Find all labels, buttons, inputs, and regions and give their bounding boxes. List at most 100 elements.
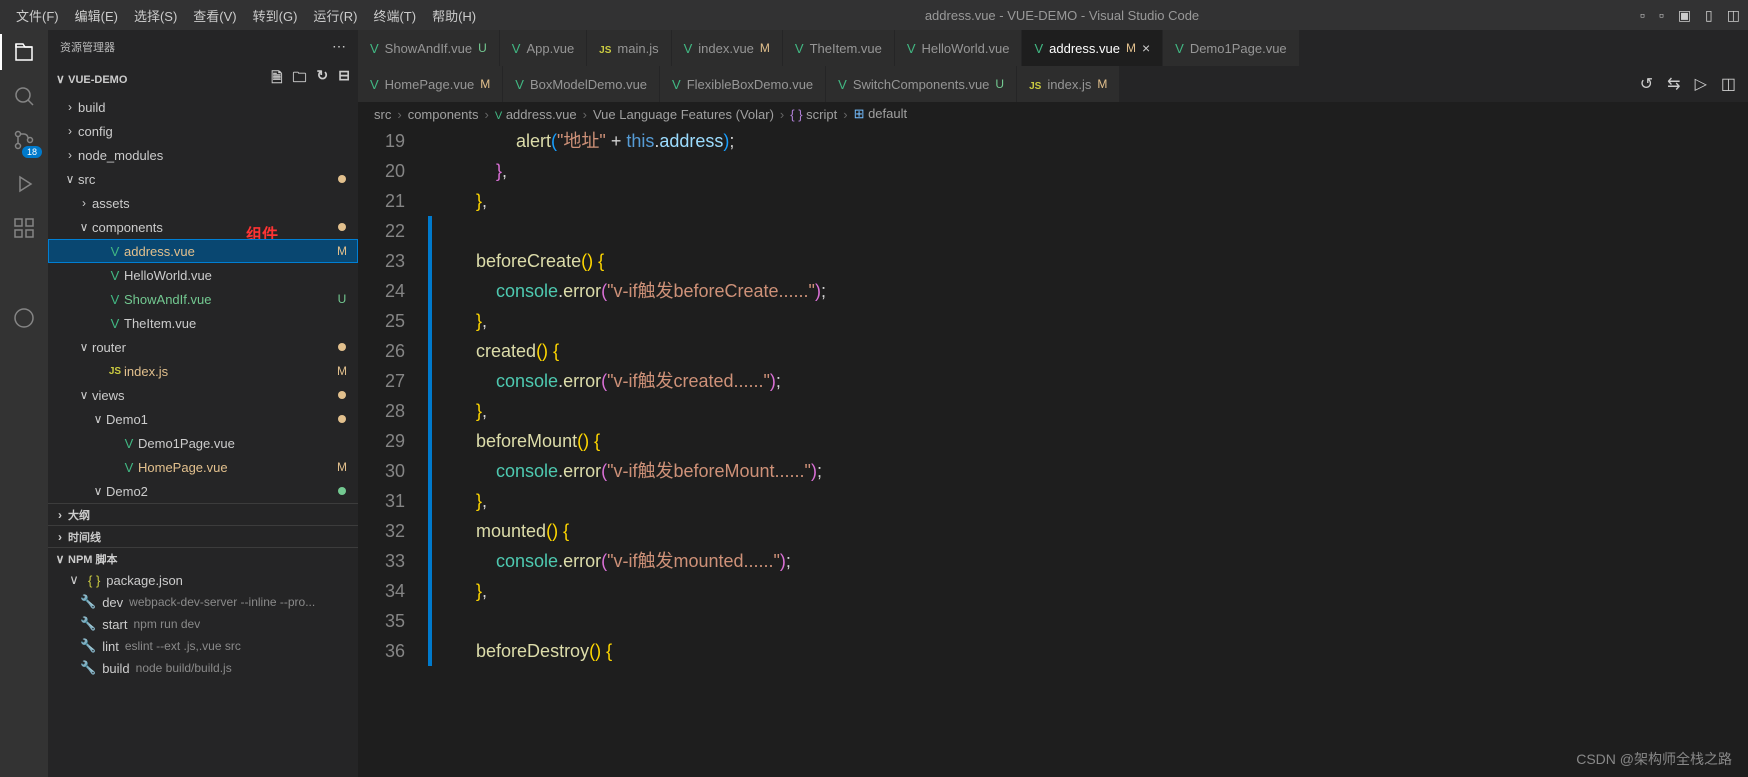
tree-label: Demo2 (106, 484, 338, 499)
explorer-icon[interactable] (10, 38, 38, 66)
npm-script[interactable]: 🔧startnpm run dev (48, 613, 358, 635)
folder-item[interactable]: ∨Demo2 (48, 479, 358, 503)
menu-item[interactable]: 文件(F) (8, 6, 67, 25)
source-control-icon[interactable]: 18 (10, 126, 38, 154)
tree-label: HomePage.vue (138, 460, 334, 475)
remote-icon[interactable] (10, 304, 38, 332)
folder-item[interactable]: ∨src (48, 167, 358, 191)
editor-tab[interactable]: VDemo1Page.vue (1163, 30, 1300, 66)
new-file-icon[interactable]: 🗎 (271, 67, 282, 91)
editor-tab[interactable]: VHelloWorld.vue (895, 30, 1023, 66)
file-item[interactable]: VHomePage.vueM (48, 455, 358, 479)
folder-item[interactable]: ∨Demo1 (48, 407, 358, 431)
file-item[interactable]: VDemo1Page.vue (48, 431, 358, 455)
run-debug-icon[interactable] (10, 170, 38, 198)
watermark: CSDN @架构师全栈之路 (1576, 749, 1732, 769)
section-header[interactable]: ›大纲 (48, 503, 358, 525)
folder-item[interactable]: ›node_modules (48, 143, 358, 167)
breadcrumb-item[interactable]: ⊞ default (854, 106, 908, 122)
close-icon[interactable]: × (1142, 40, 1150, 56)
breadcrumb-item[interactable]: Vue Language Features (Volar) (593, 107, 774, 122)
menu-item[interactable]: 终端(T) (365, 6, 424, 25)
file-item[interactable]: VHelloWorld.vue (48, 263, 358, 287)
editor-tab[interactable]: VSwitchComponents.vueU (826, 66, 1017, 102)
wrench-icon: 🔧 (80, 616, 96, 632)
file-item[interactable]: JSindex.jsM (48, 359, 358, 383)
editor-tab[interactable]: VBoxModelDemo.vue (503, 66, 660, 102)
menu-item[interactable]: 运行(R) (305, 6, 365, 25)
file-tree: 组件 ›build›config›node_modules∨src›assets… (48, 95, 358, 503)
tree-label: router (92, 340, 338, 355)
npm-script[interactable]: 🔧linteslint --ext .js,.vue src (48, 635, 358, 657)
js-icon: JS (106, 366, 124, 377)
vue-icon: V (515, 77, 524, 92)
folder-item[interactable]: ∨components (48, 215, 358, 239)
file-item[interactable]: VShowAndIf.vueU (48, 287, 358, 311)
run-icon[interactable]: ▷ (1695, 74, 1707, 94)
js-icon: JS (1029, 77, 1041, 92)
folder-item[interactable]: ›build (48, 95, 358, 119)
tree-label: TheItem.vue (124, 316, 350, 331)
breadcrumb-item[interactable]: V address.vue (495, 107, 577, 122)
menu-item[interactable]: 选择(S) (126, 6, 185, 25)
layout-icon[interactable]: ▣ (1678, 7, 1691, 24)
new-folder-icon[interactable]: 🗀 (293, 67, 307, 91)
file-item[interactable]: VTheItem.vue (48, 311, 358, 335)
folder-item[interactable]: ∨views (48, 383, 358, 407)
section-header[interactable]: ∨NPM 脚本 (48, 547, 358, 569)
tree-label: views (92, 388, 338, 403)
layout-icon[interactable]: ▫ (1640, 7, 1645, 24)
scm-badge: 18 (22, 146, 42, 158)
editor-tab[interactable]: VFlexibleBoxDemo.vue (660, 66, 826, 102)
folder-item[interactable]: ∨router (48, 335, 358, 359)
extensions-icon[interactable] (10, 214, 38, 242)
editor-tab[interactable]: VTheItem.vue (783, 30, 895, 66)
editor-tab[interactable]: Vindex.vueM (672, 30, 783, 66)
editor-tab[interactable]: JSmain.js (587, 30, 671, 66)
npm-script[interactable]: 🔧buildnode build/build.js (48, 657, 358, 679)
project-name[interactable]: VUE-DEMO (68, 74, 127, 86)
code-editor[interactable]: 192021222324252627282930313233343536 ale… (358, 126, 1748, 777)
split-icon[interactable]: ◫ (1721, 74, 1736, 94)
more-icon[interactable]: ⋯ (332, 38, 346, 55)
refresh-icon[interactable]: ↻ (317, 67, 329, 91)
editor-tab[interactable]: VApp.vue (500, 30, 587, 66)
sidebar: 资源管理器 ⋯ ∨ VUE-DEMO 🗎 🗀 ↻ ⊟ 组件 ›build›con… (48, 30, 358, 777)
breadcrumb-item[interactable]: src (374, 107, 391, 122)
layout-icon[interactable]: ◫ (1727, 7, 1740, 24)
file-item[interactable]: Vaddress.vueM (48, 239, 358, 263)
vue-icon: V (512, 41, 521, 56)
search-icon[interactable] (10, 82, 38, 110)
vue-icon: V (672, 77, 681, 92)
window-title: address.vue - VUE-DEMO - Visual Studio C… (484, 8, 1640, 23)
folder-item[interactable]: ›assets (48, 191, 358, 215)
menu-item[interactable]: 帮助(H) (424, 6, 484, 25)
wrench-icon: 🔧 (80, 594, 96, 610)
vue-icon: V (120, 460, 138, 475)
window-controls: ▫ ▫ ▣ ▯ ◫ (1640, 7, 1740, 24)
menu-item[interactable]: 转到(G) (245, 6, 306, 25)
menu-item[interactable]: 查看(V) (185, 6, 244, 25)
section-header[interactable]: ›时间线 (48, 525, 358, 547)
folder-item[interactable]: ›config (48, 119, 358, 143)
layout-icon[interactable]: ▫ (1659, 7, 1664, 24)
breadcrumb-item[interactable]: components (408, 107, 479, 122)
layout-icon[interactable]: ▯ (1705, 7, 1713, 24)
breadcrumb-item[interactable]: { } script (790, 107, 837, 122)
editor-tab[interactable]: Vaddress.vueM× (1022, 30, 1163, 66)
diff-icon[interactable]: ⇆ (1667, 74, 1680, 94)
npm-script[interactable]: 🔧devwebpack-dev-server --inline --pro... (48, 591, 358, 613)
menu-item[interactable]: 编辑(E) (67, 6, 126, 25)
breadcrumb[interactable]: src›components›V address.vue›Vue Languag… (358, 102, 1748, 126)
npm-package[interactable]: ∨{ }package.json (48, 569, 358, 591)
editor-tab[interactable]: JSindex.jsM (1017, 66, 1120, 102)
tabs-row-2: VHomePage.vueMVBoxModelDemo.vueVFlexible… (358, 66, 1748, 102)
js-icon: JS (599, 41, 611, 56)
tree-label: node_modules (78, 148, 350, 163)
editor-tab[interactable]: VHomePage.vueM (358, 66, 503, 102)
history-icon[interactable]: ↺ (1640, 74, 1653, 94)
vue-icon: V (370, 41, 379, 56)
tree-label: Demo1Page.vue (138, 436, 350, 451)
editor-tab[interactable]: VShowAndIf.vueU (358, 30, 500, 66)
collapse-icon[interactable]: ⊟ (338, 67, 350, 91)
